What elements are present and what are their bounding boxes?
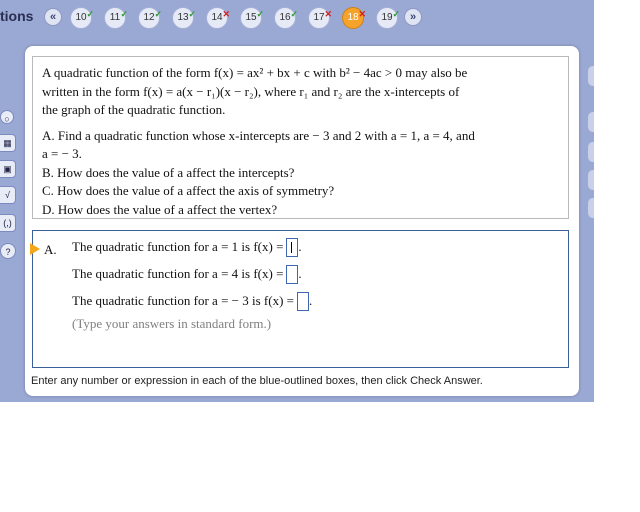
question-button-18[interactable]: 18 ✕ — [342, 7, 366, 29]
answer-row: The quadratic function for a = 1 is f(x)… — [72, 236, 302, 258]
right-panel-tab[interactable] — [588, 112, 594, 132]
answer-box-a4[interactable] — [286, 264, 299, 284]
question-button-12[interactable]: 12 ✓ — [138, 7, 162, 29]
correct-mark-icon: ✓ — [188, 9, 196, 19]
tool-interval-icon[interactable]: (,) — [0, 214, 16, 232]
next-questions-icon[interactable]: » — [404, 8, 422, 26]
correct-mark-icon: ✓ — [290, 9, 298, 19]
part-c: C. How does the value of a affect the ax… — [42, 183, 335, 198]
right-panel-tab[interactable] — [588, 170, 594, 190]
correct-mark-icon: ✓ — [86, 9, 94, 19]
correct-mark-icon: ✓ — [120, 9, 128, 19]
right-panel-tab[interactable] — [588, 66, 594, 86]
question-intro-line: the graph of the quadratic function. — [42, 102, 226, 117]
instructions-text: Enter any number or expression in each o… — [31, 375, 483, 387]
part-d: D. How does the value of a affect the ve… — [42, 201, 278, 217]
part-a-continued: a = − 3. — [42, 146, 82, 161]
correct-mark-icon: ✓ — [154, 9, 162, 19]
answer-row: The quadratic function for a = − 3 is f(… — [72, 290, 312, 312]
help-icon[interactable]: ? — [0, 243, 16, 259]
answer-area: A. The quadratic function for a = 1 is f… — [30, 230, 569, 368]
question-button-19[interactable]: 19 ✓ — [376, 7, 400, 29]
question-button-15[interactable]: 15 ✓ — [240, 7, 264, 29]
app-window: tions « 10 ✓ 11 ✓ 12 ✓ 13 ✓ 14 ✕ 15 ✓ 16 ✓ 17 ✕ 18 ✕ 19 ✓ »… — [0, 0, 594, 402]
questions-label: tions — [0, 8, 34, 24]
right-panel-tab[interactable] — [588, 198, 594, 218]
incorrect-mark-icon: ✕ — [358, 9, 366, 19]
tool-circle-icon[interactable]: ○ — [0, 110, 14, 124]
answer-box-a1[interactable] — [286, 237, 299, 257]
tool-sqrt-icon[interactable]: √ — [0, 186, 16, 204]
incorrect-mark-icon: ✕ — [222, 9, 230, 19]
part-b: B. How does the value of a affect the in… — [42, 164, 295, 180]
answer-row: The quadratic function for a = 4 is f(x)… — [72, 263, 302, 285]
correct-mark-icon: ✓ — [256, 9, 264, 19]
answer-prompt: The quadratic function for a = − 3 is f(… — [72, 293, 294, 308]
correct-mark-icon: ✓ — [392, 9, 400, 19]
question-button-13[interactable]: 13 ✓ — [172, 7, 196, 29]
tool-matrix-icon[interactable]: ▣ — [0, 160, 16, 178]
answer-prompt: The quadratic function for a = 1 is f(x)… — [72, 239, 284, 254]
incorrect-mark-icon: ✕ — [324, 9, 332, 19]
part-a: A. Find a quadratic function whose x-int… — [42, 127, 475, 143]
question-card: A quadratic function of the form f(x) = … — [25, 46, 579, 396]
question-intro-line: A quadratic function of the form f(x) = … — [42, 65, 468, 80]
question-button-14[interactable]: 14 ✕ — [206, 7, 230, 29]
right-panel-tab[interactable] — [588, 142, 594, 162]
question-button-17[interactable]: 17 ✕ — [308, 7, 332, 29]
question-navigation: tions « 10 ✓ 11 ✓ 12 ✓ 13 ✓ 14 ✕ 15 ✓ 16 ✓ 17 ✕ 18 ✕ 19 ✓ » — [0, 2, 594, 30]
question-intro-line: written in the form f(x) = a(x − r₁)(x −… — [42, 83, 460, 99]
answer-box-a-neg3[interactable] — [296, 291, 309, 311]
current-part-pointer-icon — [30, 243, 40, 255]
question-button-11[interactable]: 11 ✓ — [104, 7, 128, 29]
tool-grid-icon[interactable]: ▦ — [0, 134, 16, 152]
question-button-10[interactable]: 10 ✓ — [70, 7, 94, 29]
question-text: A quadratic function of the form f(x) = … — [32, 56, 569, 219]
answer-hint: (Type your answers in standard form.) — [72, 316, 272, 331]
previous-questions-icon[interactable]: « — [44, 8, 62, 26]
answer-prompt: The quadratic function for a = 4 is f(x)… — [72, 266, 284, 281]
question-button-16[interactable]: 16 ✓ — [274, 7, 298, 29]
answer-part-letter: A. — [44, 242, 57, 257]
